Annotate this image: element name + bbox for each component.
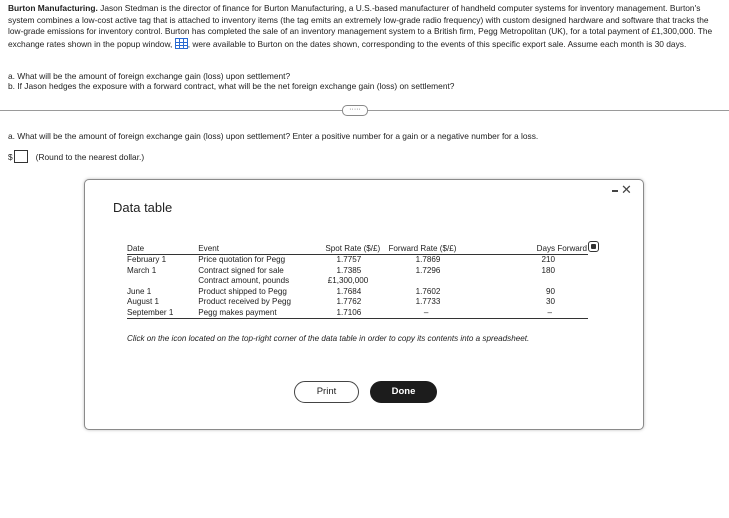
question-a: a. What will be the amount of foreign ex…: [8, 71, 291, 81]
header-event: Event: [198, 239, 315, 255]
question-b: b. If Jason hedges the exposure with a f…: [8, 81, 455, 91]
header-forward-rate: Forward Rate ($/£): [380, 239, 474, 255]
cell-forward: [380, 276, 473, 287]
table-row: Contract amount, pounds £1,300,000: [127, 276, 588, 287]
header-date: Date: [127, 239, 199, 255]
rounding-hint: (Round to the nearest dollar.): [35, 151, 145, 162]
header-days-forward: Days Forward: [473, 239, 588, 255]
part-a-question: a. What will be the amount of foreign ex…: [8, 131, 539, 141]
table-row: March 1 Contract signed for sale 1.7385 …: [127, 266, 588, 277]
cell-spot: £1,300,000: [327, 276, 369, 285]
cell-days: 90: [545, 286, 555, 296]
cell-date: March 1: [127, 265, 157, 275]
cell-spot: 1.7762: [336, 297, 362, 306]
problem-title: Burton Manufacturing.: [8, 3, 98, 13]
copy-to-spreadsheet-icon[interactable]: [588, 241, 599, 252]
table-row: August 1 Product received by Pegg 1.7762…: [127, 297, 588, 308]
cell-event: Contract amount, pounds: [198, 276, 290, 285]
minimize-icon[interactable]: [612, 190, 618, 192]
cell-date: June 1: [127, 286, 152, 296]
cell-event: Contract signed for sale: [198, 265, 284, 275]
close-icon[interactable]: ✕: [621, 183, 632, 197]
cell-spot: 1.7106: [314, 307, 381, 319]
cell-spot: 1.7757: [336, 255, 362, 264]
cell-spot: 1.7385: [336, 265, 362, 275]
cell-event: Product shipped to Pegg: [198, 286, 287, 296]
done-button[interactable]: Done: [370, 381, 437, 403]
cell-event: Price quotation for Pegg: [198, 255, 286, 264]
cell-forward: 1.7869: [415, 255, 441, 264]
exchange-rate-table: Date Event Spot Rate ($/£) Forward Rate …: [127, 239, 588, 319]
table-row: September 1 Pegg makes payment 1.7106 – …: [127, 307, 588, 319]
answer-input[interactable]: [13, 150, 28, 163]
copy-instruction-note: Click on the icon located on the top-rig…: [127, 334, 530, 343]
table-header-row: Date Event Spot Rate ($/£) Forward Rate …: [127, 239, 588, 255]
header-spot-rate: Spot Rate ($/£): [314, 239, 381, 255]
cell-event: Pegg makes payment: [198, 307, 315, 319]
cell-days: 30: [545, 297, 555, 306]
cell-date: September 1: [127, 307, 199, 319]
cell-days: –: [473, 307, 588, 319]
question-list: a. What will be the amount of foreign ex…: [8, 71, 454, 91]
cell-days: 180: [541, 265, 555, 275]
cell-date: February 1: [127, 255, 167, 264]
cell-forward: –: [380, 307, 474, 319]
cell-spot: 1.7684: [336, 286, 362, 296]
cell-date: August 1: [127, 297, 159, 306]
print-button[interactable]: Print: [294, 381, 359, 403]
currency-symbol: $: [8, 151, 13, 162]
table-row: February 1 Price quotation for Pegg 1.77…: [127, 255, 588, 266]
table-row: June 1 Product shipped to Pegg 1.7684 1.…: [127, 287, 588, 298]
answer-row: $ (Round to the nearest dollar.): [8, 150, 144, 163]
data-table-icon[interactable]: [174, 37, 188, 49]
expand-button[interactable]: ·····: [342, 105, 368, 116]
cell-date: [127, 276, 198, 287]
problem-text-2: , were available to Burton on the dates …: [187, 38, 687, 49]
data-table-dialog: Data table ✕ Date Event Spot Rate ($/£) …: [84, 179, 644, 430]
problem-statement: Burton Manufacturing. Jason Stedman is t…: [8, 3, 720, 50]
cell-forward: 1.7296: [415, 265, 441, 275]
cell-days: 210: [541, 255, 555, 264]
cell-days: [473, 276, 588, 287]
dialog-title: Data table: [113, 200, 173, 215]
cell-forward: 1.7733: [415, 297, 441, 306]
cell-forward: 1.7602: [415, 286, 441, 296]
cell-event: Product received by Pegg: [198, 297, 291, 306]
